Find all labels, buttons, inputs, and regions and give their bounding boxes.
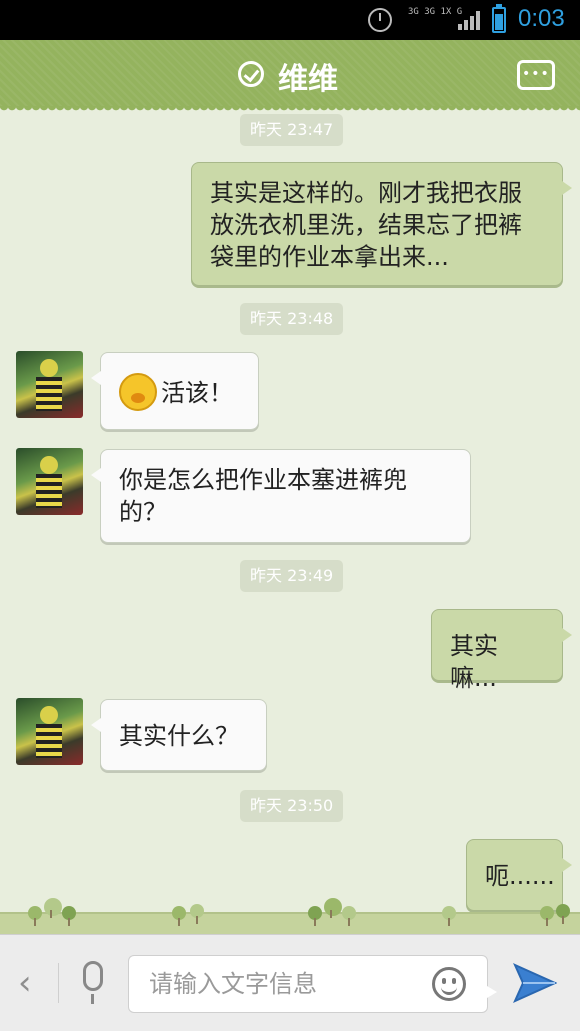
- send-icon[interactable]: [513, 963, 557, 1003]
- timestamp: 昨天 23:48: [240, 303, 344, 335]
- tree-icon: [308, 906, 322, 926]
- battery-icon: [492, 4, 506, 33]
- verified-check-icon: [238, 61, 264, 87]
- network-indicator: 3G 3G 1X G: [408, 7, 463, 17]
- message-text: 其实嘛...: [450, 632, 498, 692]
- message-text: 其实是这样的。刚才我把衣服放洗衣机里洗，结果忘了把裤袋里的作业本拿出来...: [210, 179, 522, 271]
- incoming-message[interactable]: 其实什么？: [91, 699, 267, 771]
- decorative-scenery: [0, 886, 580, 934]
- message-text: 其实什么？: [119, 722, 239, 750]
- tree-icon: [324, 898, 342, 918]
- tree-icon: [172, 906, 186, 926]
- tree-icon: [190, 904, 204, 924]
- divider: [58, 963, 59, 1003]
- alarm-icon: [368, 8, 392, 32]
- embarrassed-smiley-emoji-icon: [119, 373, 157, 411]
- chevron-left-icon[interactable]: ‹: [18, 963, 32, 1003]
- signal-strength-icon: [458, 10, 482, 30]
- contact-avatar[interactable]: [16, 448, 83, 515]
- contact-avatar[interactable]: [16, 351, 83, 418]
- more-options-button[interactable]: [517, 60, 555, 90]
- tree-icon: [540, 906, 554, 926]
- message-list[interactable]: 昨天 23:47 其实是这样的。刚才我把衣服放洗衣机里洗，结果忘了把裤袋里的作业…: [0, 106, 580, 932]
- status-clock: 0:03: [518, 5, 565, 32]
- contact-avatar[interactable]: [16, 698, 83, 765]
- input-bar: ‹ 请输入文字信息: [0, 934, 580, 1031]
- outgoing-message[interactable]: 其实嘛...: [431, 609, 572, 692]
- contact-name: 维维: [278, 62, 338, 97]
- ground-strip: [0, 912, 580, 934]
- tree-icon: [62, 906, 76, 926]
- tree-icon: [442, 906, 456, 926]
- tree-icon: [28, 906, 42, 926]
- timestamp: 昨天 23:49: [240, 560, 344, 592]
- message-text: 活该！: [161, 379, 233, 407]
- tree-icon: [44, 898, 62, 918]
- tree-icon: [342, 906, 356, 926]
- incoming-message[interactable]: 活该！: [91, 352, 259, 430]
- status-bar: 3G 3G 1X G 0:03: [0, 0, 580, 40]
- emoji-picker-icon[interactable]: [432, 967, 466, 1001]
- chat-header: 维维: [0, 40, 580, 112]
- timestamp: 昨天 23:50: [240, 790, 344, 822]
- incoming-message[interactable]: 你是怎么把作业本塞进裤兜的？: [91, 449, 471, 543]
- outgoing-message[interactable]: 其实是这样的。刚才我把衣服放洗衣机里洗，结果忘了把裤袋里的作业本拿出来...: [191, 162, 572, 286]
- microphone-icon[interactable]: [83, 961, 103, 1004]
- timestamp: 昨天 23:47: [240, 114, 344, 146]
- tree-icon: [556, 904, 570, 924]
- message-text: 你是怎么把作业本塞进裤兜的？: [119, 466, 407, 526]
